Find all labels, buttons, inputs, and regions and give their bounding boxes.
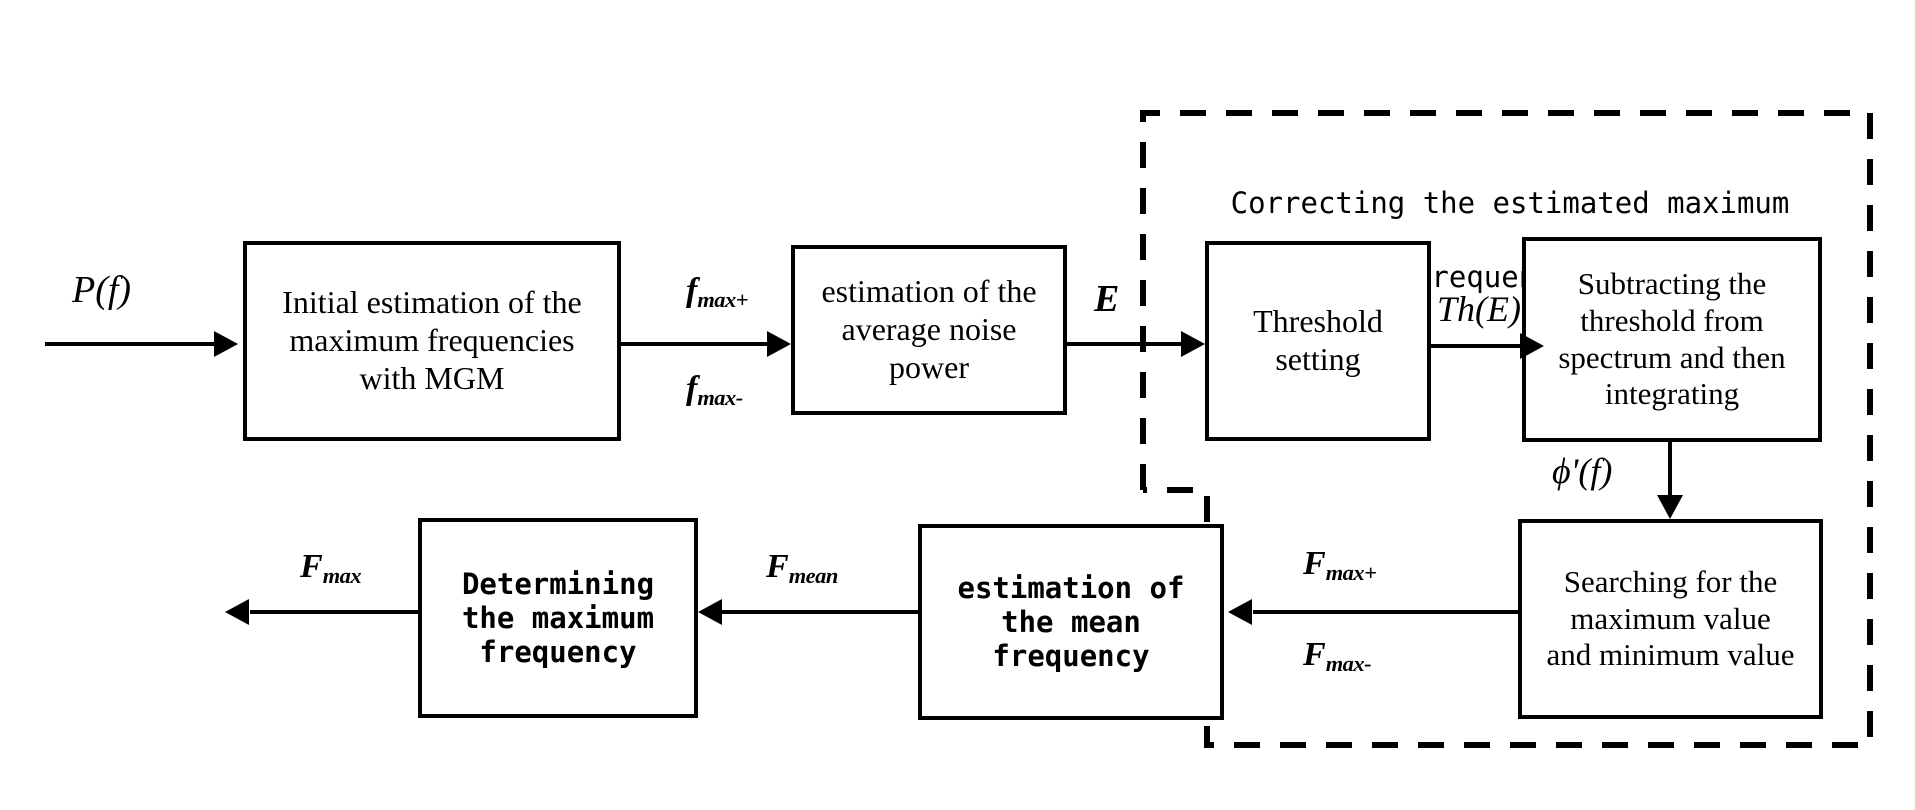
box-noise-power[interactable]: estimation of the average noise power [791, 245, 1067, 415]
group-title-line1: Correcting the estimated maximum [1230, 186, 1790, 221]
box-determining-line2: the maximum [461, 600, 655, 635]
box-determining[interactable]: Determining the maximum frequency [418, 518, 698, 718]
box-mean-frequency-line2: the mean [1001, 604, 1141, 639]
box-initial-estimation-line2: maximum frequencies [289, 322, 575, 359]
connector-searching-to-mean [1253, 610, 1521, 614]
label-f-max-minus: fmax- [686, 370, 743, 411]
label-F-max-minus: Fmax- [1303, 636, 1372, 677]
label-F-mean: Fmean [766, 548, 839, 589]
label-f-max-plus: fmax+ [686, 272, 749, 313]
box-subtract-integrate-line2: threshold from [1580, 302, 1764, 338]
label-noise-energy: E [1094, 278, 1120, 320]
box-searching-line2: maximum value [1570, 600, 1771, 636]
arrow-threshold-to-subtract [1520, 333, 1544, 359]
connector-noise-to-threshold [1067, 342, 1192, 346]
box-threshold-setting[interactable]: Threshold setting [1205, 241, 1431, 441]
box-determining-line1: Determining [461, 566, 655, 601]
connector-subtract-to-searching [1668, 442, 1672, 502]
box-searching-line1: Searching for the [1563, 564, 1778, 600]
box-mean-frequency-line3: frequency [992, 639, 1150, 674]
box-subtract-integrate-line3: spectrum and then [1558, 339, 1786, 375]
label-phi-prime: ϕ'(f) [1552, 451, 1613, 491]
box-determining-line3: frequency [479, 635, 637, 670]
box-searching-line3: and minimum value [1546, 637, 1795, 673]
box-subtract-integrate-line4: integrating [1604, 376, 1740, 412]
box-noise-power-line2: average noise [841, 311, 1017, 348]
box-initial-estimation[interactable]: Initial estimation of the maximum freque… [243, 241, 621, 441]
label-F-max-plus-subscript: max+ [1325, 560, 1377, 586]
arrow-input-to-initial [214, 331, 238, 357]
connector-initial-to-noise [621, 342, 778, 346]
arrow-searching-to-mean [1228, 599, 1252, 625]
label-F-max-plus: Fmax+ [1303, 545, 1377, 586]
flowchart-canvas: Correcting the estimated maximum frequen… [0, 0, 1915, 810]
arrow-noise-to-threshold [1181, 331, 1205, 357]
label-F-mean-subscript: mean [788, 563, 839, 589]
label-F-max-minus-subscript: max- [1325, 651, 1372, 677]
connector-input-to-initial [45, 342, 225, 346]
label-input-power-spectrum: P(f) [72, 269, 132, 311]
box-noise-power-line3: power [889, 348, 969, 385]
arrow-determining-output [225, 599, 249, 625]
connector-mean-to-determining [722, 610, 920, 614]
arrow-subtract-to-searching [1657, 495, 1683, 519]
box-initial-estimation-line3: with MGM [359, 359, 505, 396]
label-threshold: Th(E) [1437, 289, 1521, 329]
box-mean-frequency[interactable]: estimation of the mean frequency [918, 524, 1224, 720]
box-threshold-setting-line2: setting [1275, 341, 1361, 377]
arrow-mean-to-determining [698, 599, 722, 625]
label-F-max-output-subscript: max [322, 563, 362, 589]
box-subtract-integrate-line1: Subtracting the [1577, 266, 1767, 302]
box-initial-estimation-line1: Initial estimation of the [282, 284, 582, 321]
arrow-initial-to-noise [767, 331, 791, 357]
label-f-max-minus-subscript: max- [697, 385, 743, 411]
box-threshold-setting-line1: Threshold [1253, 303, 1383, 340]
connector-determining-output [250, 610, 420, 614]
label-F-max-output: Fmax [300, 548, 362, 589]
box-subtract-integrate[interactable]: Subtracting the threshold from spectrum … [1522, 237, 1822, 442]
label-f-max-plus-subscript: max+ [697, 287, 749, 313]
box-searching[interactable]: Searching for the maximum value and mini… [1518, 519, 1823, 719]
box-mean-frequency-line1: estimation of [957, 570, 1185, 605]
box-noise-power-line1: estimation of the [821, 273, 1037, 310]
